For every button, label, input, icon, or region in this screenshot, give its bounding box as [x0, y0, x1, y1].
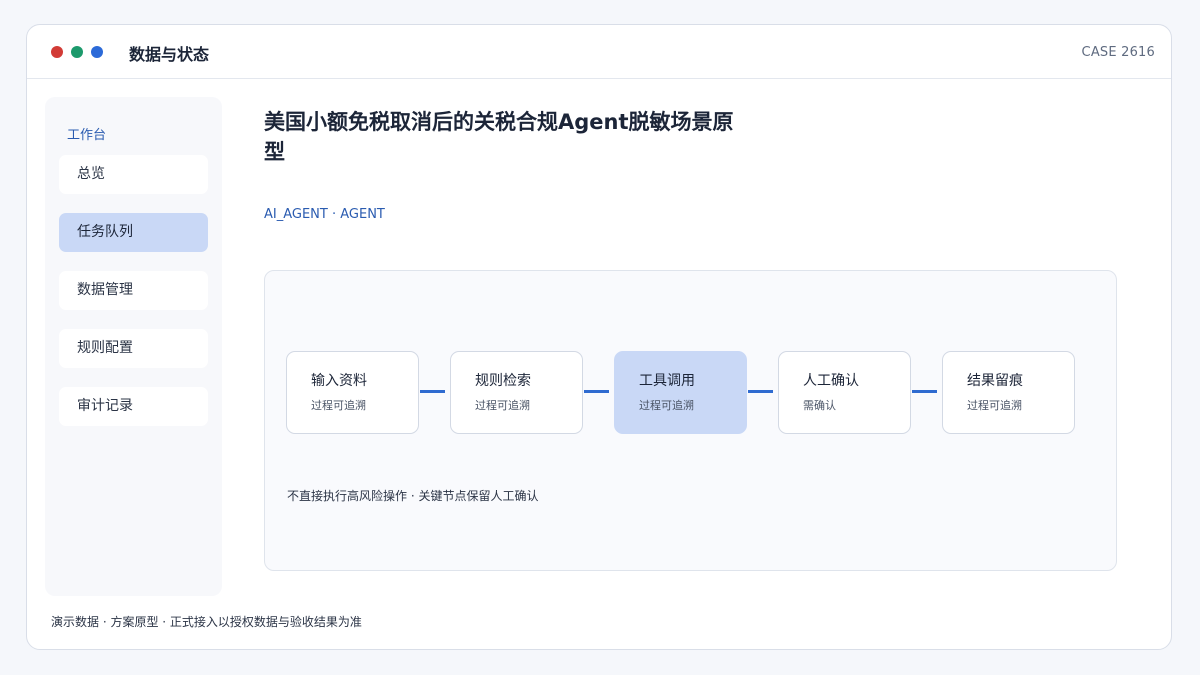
step-name: 工具调用: [639, 373, 695, 389]
step-name: 输入资料: [311, 373, 367, 389]
flow-step-tool-call[interactable]: 工具调用 过程可追溯: [614, 351, 747, 434]
flow-connector: [748, 390, 773, 393]
step-name: 结果留痕: [967, 373, 1023, 389]
case-id: CASE 2616: [1081, 45, 1155, 60]
sidebar: 工作台 总览 任务队列 数据管理 规则配置 审计记录: [45, 97, 222, 596]
flow-step-human-review[interactable]: 人工确认 需确认: [778, 351, 911, 434]
window-maximize-dot[interactable]: [71, 46, 83, 58]
sidebar-item-overview[interactable]: 总览: [59, 155, 208, 194]
step-status: 过程可追溯: [475, 399, 530, 412]
step-name: 规则检索: [475, 373, 531, 389]
flow-note: 不直接执行高风险操作 · 关键节点保留人工确认: [287, 489, 539, 503]
workflow-panel: 输入资料 过程可追溯 规则检索 过程可追溯 工具调用 过程可追溯 人工确认 需确…: [264, 270, 1117, 571]
app-window: 数据与状态 CASE 2616 工作台 总览 任务队列 数据管理 规则配置 审计…: [26, 24, 1172, 650]
step-name: 人工确认: [803, 373, 859, 389]
window-close-dot[interactable]: [51, 46, 63, 58]
sidebar-item-data-management[interactable]: 数据管理: [59, 271, 208, 310]
step-status: 过程可追溯: [311, 399, 366, 412]
tag-line: AI_AGENT · AGENT: [264, 207, 385, 222]
step-status: 过程可追溯: [639, 399, 694, 412]
step-status: 需确认: [803, 399, 836, 412]
step-status: 过程可追溯: [967, 399, 1022, 412]
sidebar-item-audit-log[interactable]: 审计记录: [59, 387, 208, 426]
flow-connector: [912, 390, 937, 393]
flow-connector: [584, 390, 609, 393]
window-minimize-dot[interactable]: [91, 46, 103, 58]
flow-step-result-log[interactable]: 结果留痕 过程可追溯: [942, 351, 1075, 434]
flow-step-input[interactable]: 输入资料 过程可追溯: [286, 351, 419, 434]
page-title: 美国小额免税取消后的关税合规Agent脱敏场景原型: [264, 110, 734, 164]
footer-disclaimer: 演示数据 · 方案原型 · 正式接入以授权数据与验收结果为准: [51, 615, 362, 629]
title-bar: 数据与状态 CASE 2616: [27, 25, 1171, 79]
sidebar-heading: 工作台: [67, 128, 107, 143]
flow-connector: [420, 390, 445, 393]
sidebar-item-rule-config[interactable]: 规则配置: [59, 329, 208, 368]
sidebar-item-task-queue[interactable]: 任务队列: [59, 213, 208, 252]
app-title: 数据与状态: [129, 45, 210, 64]
flow-step-rule-search[interactable]: 规则检索 过程可追溯: [450, 351, 583, 434]
